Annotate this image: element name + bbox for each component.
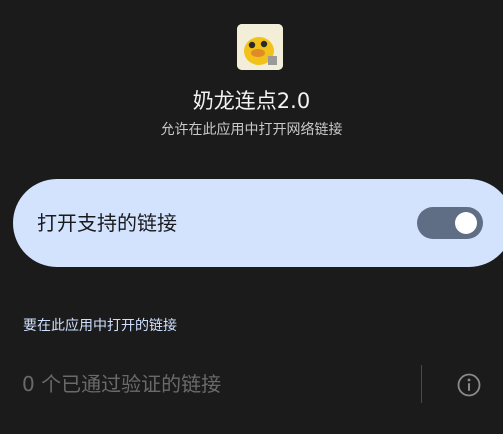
links-section-header: 要在此应用中打开的链接 <box>23 318 177 334</box>
open-supported-links-row[interactable]: 打开支持的链接 <box>13 179 503 267</box>
app-subtitle: 允许在此应用中打开网络链接 <box>160 122 343 138</box>
info-icon <box>457 373 481 397</box>
verified-links-row: 0 个已通过验证的链接 <box>22 372 222 396</box>
open-supported-links-switch[interactable] <box>417 207 483 239</box>
app-logo-image <box>237 24 283 70</box>
open-supported-links-label: 打开支持的链接 <box>37 211 177 235</box>
app-icon <box>237 24 283 70</box>
switch-thumb <box>455 212 477 234</box>
app-name: 奶龙连点2.0 <box>192 89 311 113</box>
divider <box>421 365 422 403</box>
info-button[interactable] <box>456 372 482 398</box>
